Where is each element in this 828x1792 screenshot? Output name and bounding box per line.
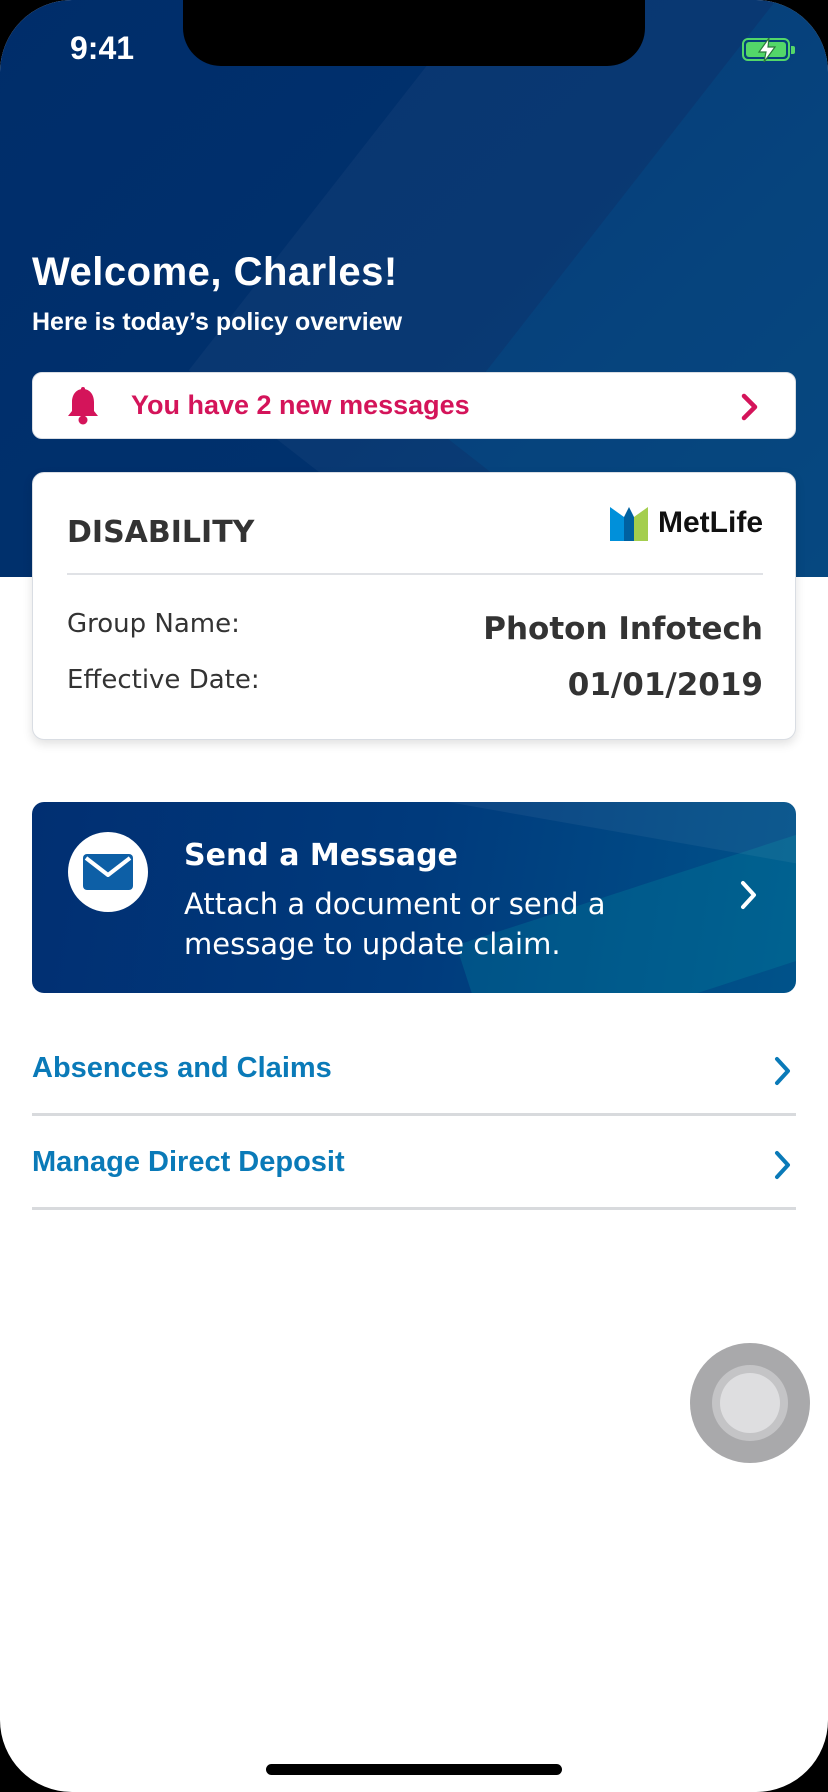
bell-icon <box>67 387 99 429</box>
assistive-touch-icon[interactable] <box>690 1343 810 1463</box>
status-time: 9:41 <box>70 30 135 66</box>
chevron-right-icon <box>774 1150 792 1184</box>
phone-screen: 9:41 Welcome, Charles! Here is today’s p… <box>0 0 828 1792</box>
mail-icon-circle <box>68 832 148 912</box>
send-message-card[interactable]: Send a Message Attach a document or send… <box>32 802 796 993</box>
group-name-label: Group Name: <box>67 609 240 639</box>
new-messages-banner[interactable]: You have 2 new messages <box>32 372 796 439</box>
send-message-description: Attach a document or send a message to u… <box>184 887 606 961</box>
effective-date-label: Effective Date: <box>67 665 260 695</box>
policy-card[interactable]: DISABILITY MetLife Group Name: Photon In… <box>32 472 796 740</box>
battery-icon <box>742 38 795 62</box>
device-notch <box>183 0 645 66</box>
metlife-brand-text: MetLife <box>658 506 763 539</box>
welcome-heading: Welcome, Charles! <box>32 250 398 294</box>
absences-and-claims-label: Absences and Claims <box>32 1052 332 1084</box>
send-message-title: Send a Message <box>184 838 458 873</box>
policy-type: DISABILITY <box>67 515 255 550</box>
chevron-right-icon <box>774 1056 792 1090</box>
manage-direct-deposit-link[interactable]: Manage Direct Deposit <box>32 1116 796 1210</box>
manage-direct-deposit-label: Manage Direct Deposit <box>32 1146 345 1178</box>
group-name-value: Photon Infotech <box>483 611 763 647</box>
policy-overview-subtitle: Here is today’s policy overview <box>32 308 403 336</box>
card-divider <box>67 573 763 575</box>
mail-icon <box>83 854 133 890</box>
effective-date-value: 01/01/2019 <box>567 667 763 703</box>
metlife-logo: MetLife <box>610 505 763 541</box>
chevron-right-icon <box>740 880 758 914</box>
absences-and-claims-link[interactable]: Absences and Claims <box>32 1022 796 1116</box>
chevron-right-icon <box>741 393 759 425</box>
metlife-logo-icon <box>610 507 648 541</box>
home-indicator[interactable] <box>266 1764 562 1775</box>
new-messages-text: You have 2 new messages <box>131 390 470 420</box>
